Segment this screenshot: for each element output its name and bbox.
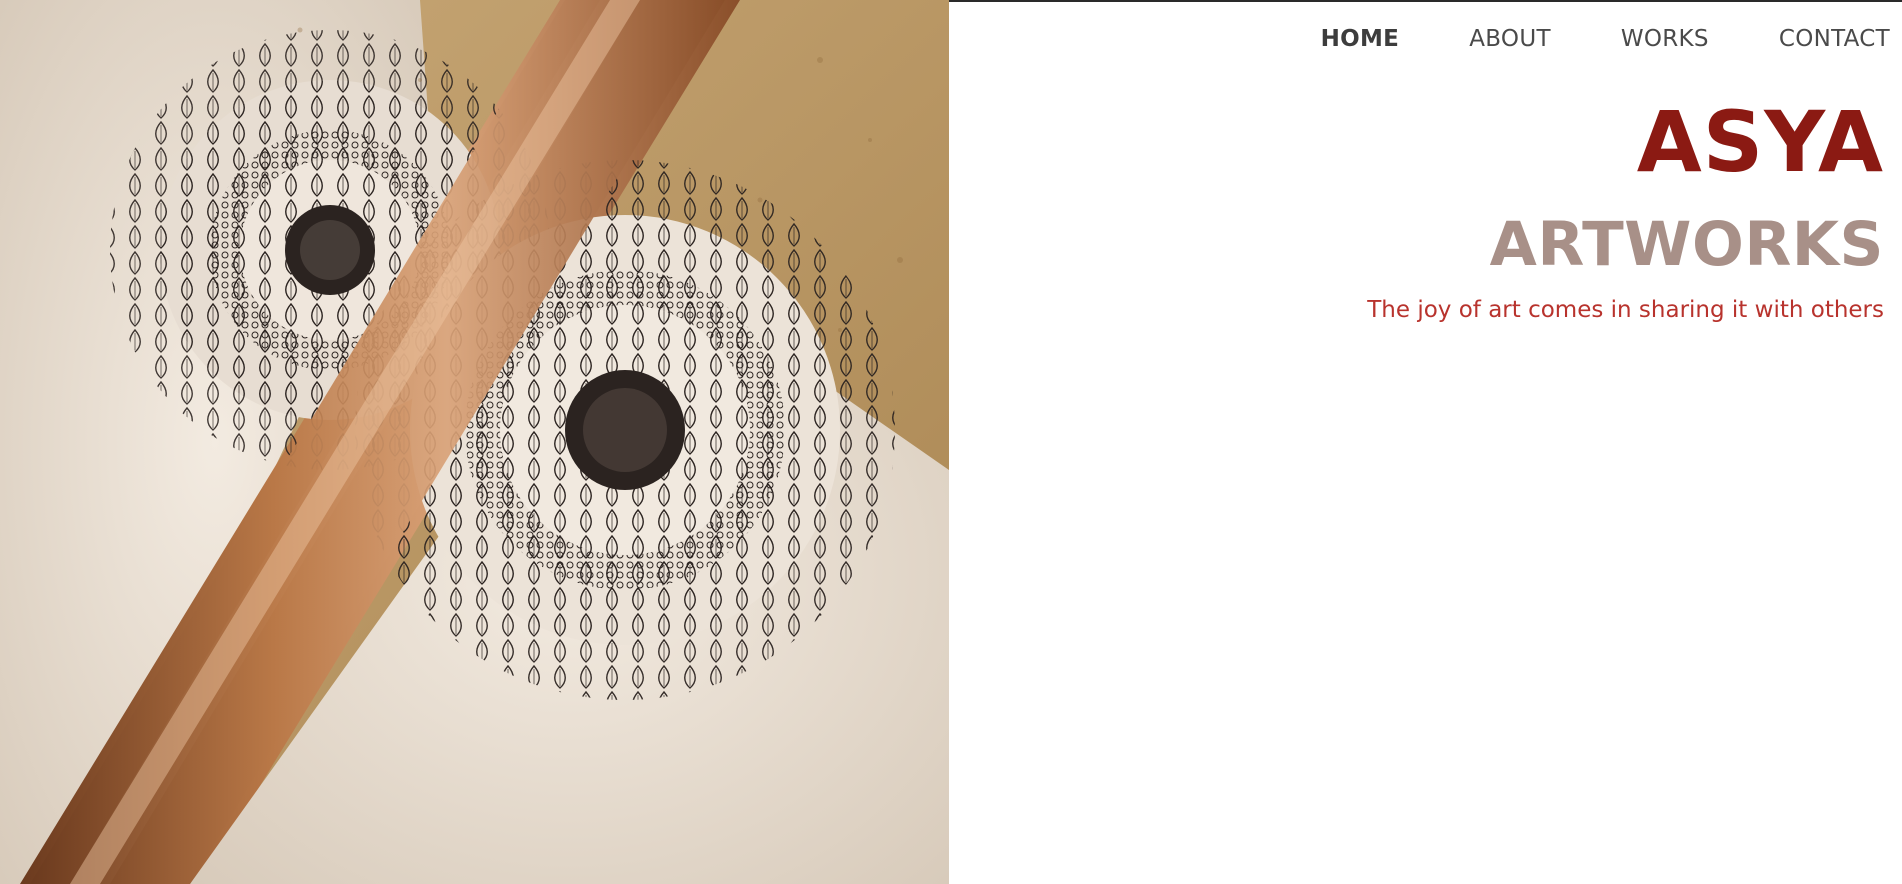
brand-block: ASYA ARTWORKS The joy of art comes in sh… — [1367, 100, 1884, 323]
nav-works-link[interactable]: WORKS — [1621, 26, 1709, 52]
hero-artwork-image — [0, 0, 949, 884]
right-panel: HOME ABOUT WORKS CONTACT ASYA ARTWORKS T… — [949, 2, 1902, 884]
nav-contact-link[interactable]: CONTACT — [1779, 26, 1890, 52]
brand-name: ASYA — [1636, 93, 1884, 191]
nav-about-link[interactable]: ABOUT — [1469, 26, 1551, 52]
page: HOME ABOUT WORKS CONTACT ASYA ARTWORKS T… — [0, 0, 1902, 884]
nav-home-link[interactable]: HOME — [1321, 26, 1400, 52]
brand-subtitle: ARTWORKS — [1489, 209, 1884, 280]
main-nav: HOME ABOUT WORKS CONTACT — [1251, 26, 1890, 52]
tagline: The joy of art comes in sharing it with … — [1367, 297, 1884, 323]
